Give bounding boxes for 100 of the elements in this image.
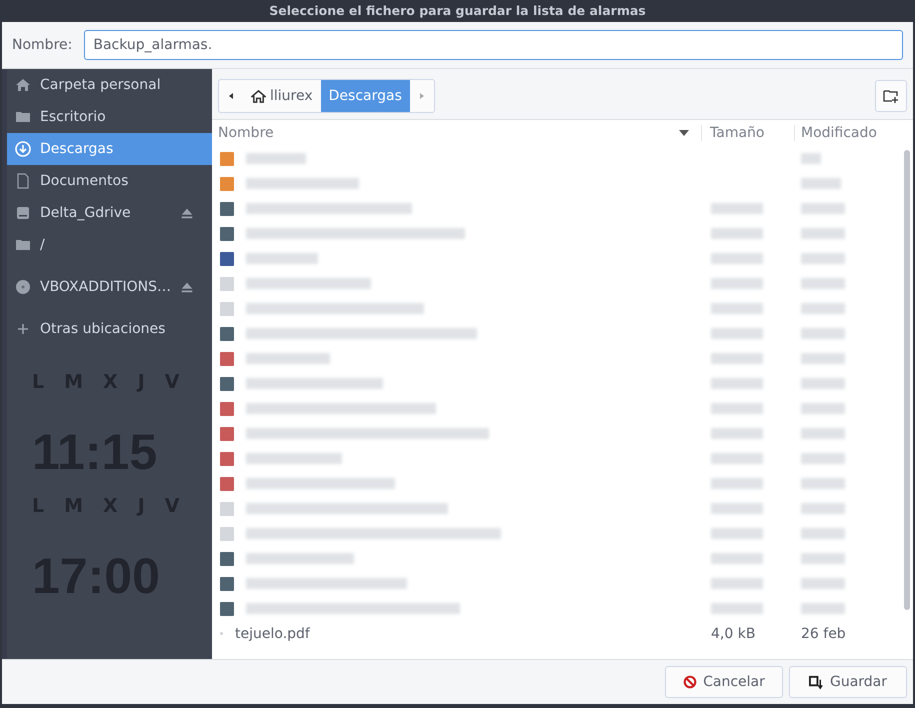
file-icon [220, 602, 234, 616]
folder-icon [15, 237, 31, 253]
sidebar-item[interactable]: Carpeta personal [7, 69, 212, 101]
blurred-size [711, 503, 763, 514]
sidebar-item[interactable]: Delta_Gdrive [7, 197, 212, 229]
sidebar-label: Descargas [40, 141, 114, 157]
file-icon [220, 202, 234, 216]
blurred-size [711, 603, 763, 614]
blurred-date [801, 178, 841, 189]
blurred-date [801, 278, 845, 289]
blurred-date [801, 578, 845, 589]
file-date: 26 feb [800, 626, 847, 642]
blurred-size [711, 453, 763, 464]
file-icon [220, 402, 234, 416]
file-icon [220, 502, 234, 516]
sidebar-label: Escritorio [40, 109, 107, 125]
folder-icon [220, 176, 234, 190]
file-icon [220, 376, 234, 390]
new-folder-button[interactable] [875, 80, 907, 112]
eject-icon[interactable] [180, 206, 194, 220]
blurred-name [246, 153, 306, 164]
sort-arrow-icon [679, 130, 689, 136]
file-icon [220, 476, 234, 490]
name-field[interactable]: Backup_alarmas. [84, 30, 903, 60]
blurred-size [711, 403, 763, 414]
home-icon [15, 77, 31, 93]
file-icon [220, 426, 234, 440]
blurred-date [801, 153, 821, 164]
column-header[interactable]: Nombre [218, 125, 679, 141]
name-label: Nombre: [12, 37, 72, 53]
path-crumb[interactable]: lliurex [243, 80, 321, 112]
blurred-size [711, 228, 763, 239]
blurred-date [801, 553, 845, 564]
blurred-date [801, 228, 845, 239]
file-name: tejuelo.pdf [235, 626, 311, 642]
sidebar-item[interactable]: Descargas [7, 133, 212, 165]
blurred-date [801, 503, 845, 514]
sidebar-item[interactable]: VBOXADDITIONS… [7, 271, 212, 303]
blurred-size [711, 253, 763, 264]
sidebar-label: / [40, 237, 46, 253]
cancel-button[interactable]: Cancelar [665, 666, 783, 698]
file-icon [220, 552, 234, 566]
eject-icon[interactable] [180, 280, 194, 294]
file-icon [220, 302, 234, 316]
blurred-size [711, 578, 763, 589]
blurred-date [801, 403, 845, 414]
column-header[interactable]: Modificado [794, 125, 903, 141]
download-icon [15, 141, 31, 157]
sidebar-label: Otras ubicaciones [40, 321, 166, 337]
sidebar-item[interactable]: Escritorio [7, 101, 212, 133]
file-icon [220, 326, 234, 340]
document-icon [15, 173, 31, 189]
file-row[interactable]: tejuelo.pdf 4,0 kB 26 feb [218, 621, 913, 646]
blurred-date [801, 478, 845, 489]
save-icon [808, 674, 824, 690]
blurred-size [711, 528, 763, 539]
folder-plus-icon [883, 88, 899, 104]
drive-icon [15, 205, 31, 221]
sidebar-item[interactable]: Documentos [7, 165, 212, 197]
file-icon [220, 526, 234, 540]
folder-icon [220, 152, 234, 166]
blurred-size [711, 303, 763, 314]
file-icon [220, 252, 234, 266]
window-title: Seleccione el fichero para guardar la lista de alarmas [268, 2, 647, 20]
file-icon [220, 452, 234, 466]
left-arrow-icon [227, 92, 235, 100]
sidebar-label: Carpeta personal [40, 77, 162, 93]
cancel-icon [683, 675, 698, 689]
blurred-size [711, 353, 763, 364]
blurred-size [711, 278, 763, 289]
sidebar-label: Delta_Gdrive [40, 205, 132, 221]
folder-icon [15, 109, 31, 125]
blurred-date [801, 453, 845, 464]
home-icon [251, 88, 266, 104]
scrollbar[interactable] [904, 150, 910, 610]
blurred-date [801, 303, 845, 314]
blurred-date [801, 428, 845, 439]
sidebar-label: VBOXADDITIONS… [40, 279, 171, 295]
sidebar-item[interactable]: Otras ubicaciones [7, 313, 212, 345]
sidebar-item[interactable]: / [7, 229, 212, 261]
file-icon [220, 576, 234, 590]
column-header[interactable]: Tamaño [701, 125, 794, 141]
blurred-date [801, 528, 845, 539]
path-crumb[interactable]: Descargas [320, 80, 410, 112]
disc-icon [15, 279, 31, 295]
save-button[interactable]: Guardar [789, 666, 907, 698]
file-icon [220, 352, 234, 366]
blurred-name [246, 253, 318, 264]
sidebar-label: Documentos [40, 173, 130, 189]
blurred-date [801, 203, 845, 214]
blurred-size [711, 428, 763, 439]
blurred-date [801, 328, 845, 339]
blurred-date [801, 253, 845, 264]
blurred-size [711, 378, 763, 389]
blurred-size [711, 553, 763, 564]
blurred-size [711, 203, 763, 214]
right-arrow-icon [418, 92, 426, 100]
blurred-date [801, 603, 845, 614]
blurred-size [711, 478, 763, 489]
blurred-date [801, 353, 845, 364]
